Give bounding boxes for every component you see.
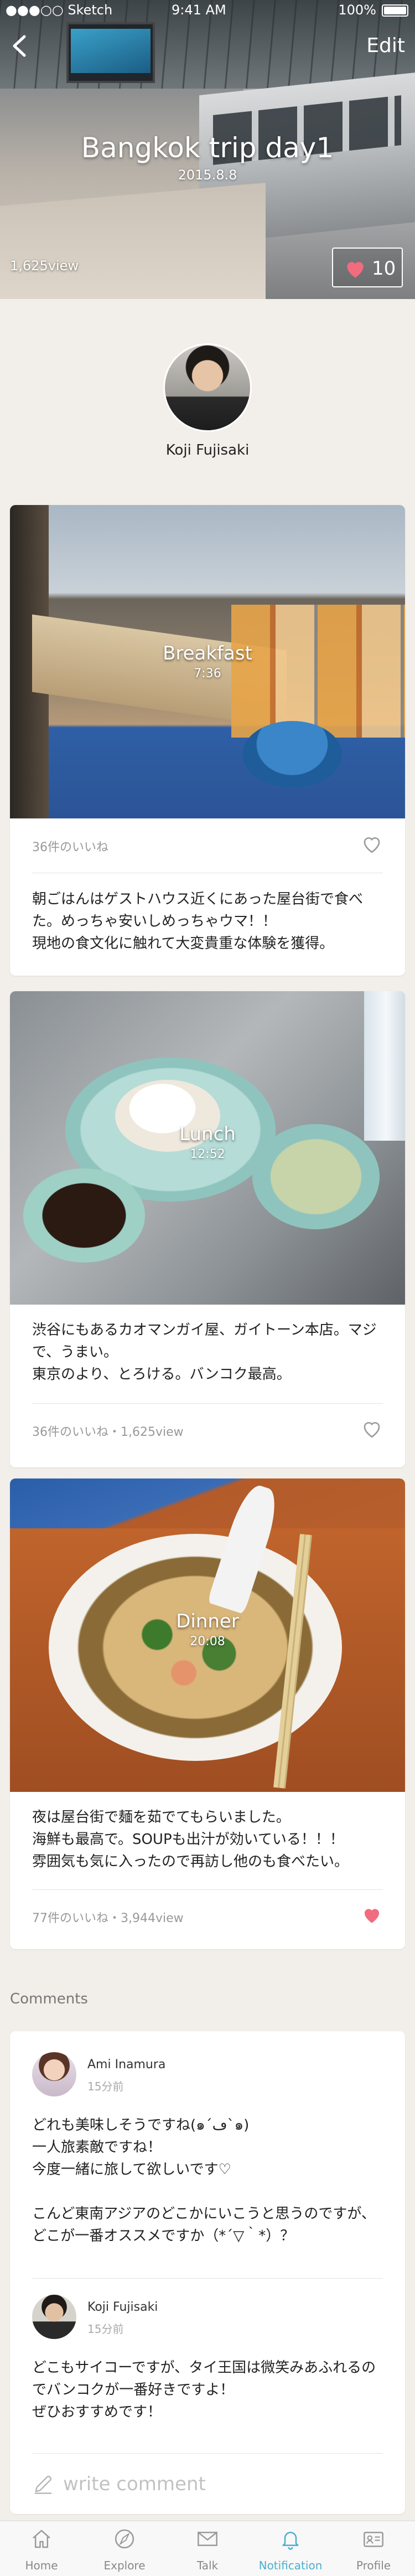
blue-bowl <box>242 721 342 787</box>
commenter-name[interactable]: Ami Inamura <box>87 2058 165 2072</box>
tab-label: Notification <box>258 2559 323 2572</box>
comments-panel: Ami Inamura 15分前 どれも美味しそうですね(๑´ڡ`๑) 一人旅素… <box>10 2031 405 2514</box>
tab-notification[interactable]: Notification <box>249 2521 332 2576</box>
post-card: Breakfast 7:36 36件のいいね 朝ごはんはゲストハウス近くにあった… <box>10 505 405 976</box>
home-icon <box>33 2529 50 2548</box>
write-comment-placeholder: write comment <box>63 2473 206 2495</box>
commenter-avatar[interactable] <box>32 2295 76 2339</box>
post-like-button[interactable] <box>361 1419 383 1439</box>
tab-label: Talk <box>196 2559 219 2572</box>
battery-icon <box>382 4 408 17</box>
tab-label: Explore <box>103 2559 146 2572</box>
post-title: Breakfast <box>163 642 252 664</box>
post-like-button[interactable] <box>361 1905 383 1925</box>
tab-bar: Home Explore Talk Notification Profile <box>0 2521 415 2576</box>
clock-label: 9:41 AM <box>172 2 226 18</box>
platform-floor <box>0 183 266 299</box>
profile-card-icon <box>364 2532 383 2547</box>
station-monitor-screen <box>71 29 151 73</box>
comment-time: 15分前 <box>87 2322 124 2336</box>
post-text: 渋谷にもあるカオマンガイ屋、ガイトーン本店。マジで、うまい。 東京のより、とろけ… <box>32 1322 377 1383</box>
back-button[interactable] <box>9 32 31 60</box>
tab-label: Profile <box>356 2559 391 2572</box>
mail-icon <box>198 2532 217 2546</box>
trip-like-count: 10 <box>372 257 396 280</box>
heart-icon <box>347 262 364 278</box>
heart-outline-icon <box>364 1422 380 1438</box>
post-text: 夜は屋台街で麺を茹でてもらいました。 海鮮も最高で。SOUPも出汁が効いている！… <box>32 1809 349 1870</box>
water-bottle <box>364 991 405 1141</box>
sauce-bowl <box>23 1168 145 1263</box>
divider <box>32 1889 383 1890</box>
commenter-avatar[interactable] <box>32 2052 76 2096</box>
bell-icon <box>282 2532 299 2550</box>
divider <box>32 1403 383 1404</box>
post-title: Dinner <box>176 1610 239 1632</box>
edit-button[interactable]: Edit <box>366 34 405 57</box>
post-time: 12:52 <box>190 1147 225 1161</box>
divider <box>32 2278 383 2279</box>
post-meta: 36件のいいね <box>32 841 108 854</box>
pencil-icon <box>35 2475 52 2494</box>
carrier-label: ●●●○○ Sketch <box>6 2 113 18</box>
comment-text: どれも美味しそうですね(๑´ڡ`๑) 一人旅素敵ですね！ 今度一緒に旅して欲しい… <box>32 2117 376 2244</box>
post-card: Dinner 20:08 夜は屋台街で麺を茹でてもらいました。 海鮮も最高で。S… <box>10 1478 405 1949</box>
write-comment-input[interactable]: write comment <box>10 2459 405 2508</box>
compass-icon <box>115 2529 134 2549</box>
heart-outline-icon <box>364 837 380 853</box>
author-name[interactable]: Koji Fujisaki <box>0 442 415 458</box>
tab-home[interactable]: Home <box>0 2521 83 2576</box>
post-card: Lunch 12:52 渋谷にもあるカオマンガイ屋、ガイトーン本店。マジで、うま… <box>10 991 405 1467</box>
post-meta: 77件のいいね・3,944view <box>32 1912 184 1925</box>
status-bar: ●●●○○ Sketch 9:41 AM 100% <box>0 0 415 22</box>
trip-view-count: 1,625view <box>10 258 79 274</box>
comment-time: 15分前 <box>87 2080 124 2093</box>
tab-profile[interactable]: Profile <box>332 2521 415 2576</box>
trip-title: Bangkok trip day1 <box>81 132 334 164</box>
comments-heading: Comments <box>10 1991 88 2007</box>
post-title: Lunch <box>179 1123 236 1145</box>
author-avatar[interactable] <box>163 343 252 432</box>
comment-text: どこもサイコーですが、タイ王国は微笑みあふれるのでバンコクが一番好きですよ！ ぜ… <box>32 2359 376 2420</box>
tab-label: Home <box>25 2559 58 2572</box>
trip-date: 2015.8.8 <box>178 167 237 183</box>
tab-explore[interactable]: Explore <box>83 2521 166 2576</box>
divider <box>32 2453 383 2454</box>
post-like-button[interactable] <box>361 834 383 854</box>
post-meta: 36件のいいね・1,625view <box>32 1425 184 1439</box>
post-text: 朝ごはんはゲストハウス近くにあった屋台街で食べた。めっちゃ安いしめっちゃウマ！！… <box>32 891 364 952</box>
trip-like-button[interactable]: 10 <box>332 248 403 287</box>
tab-talk[interactable]: Talk <box>166 2521 249 2576</box>
battery-label: 100% <box>338 2 376 18</box>
chevron-left-icon <box>13 35 26 57</box>
commenter-name[interactable]: Koji Fujisaki <box>87 2300 158 2314</box>
post-time: 7:36 <box>194 667 221 681</box>
heart-filled-icon <box>364 1909 380 1923</box>
post-time: 20:08 <box>190 1635 225 1648</box>
